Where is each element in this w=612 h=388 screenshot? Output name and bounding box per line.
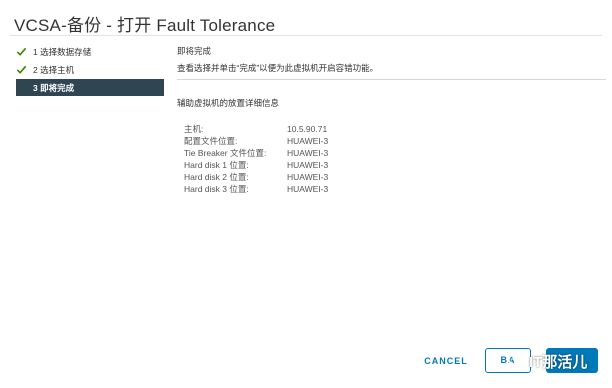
detail-row: 配置文件位置: HUAWEI-3 (184, 135, 600, 147)
content-panel: 即将完成 查看选择并单击“完成”以便为此虚拟机开启容错功能。 辅助虚拟机的放置详… (177, 45, 606, 195)
detail-label: Hard disk 1 位置: (184, 160, 249, 170)
step-select-datastore[interactable]: 1 选择数据存储 (16, 43, 164, 60)
detail-label: Hard disk 2 位置: (184, 172, 249, 182)
check-icon (16, 64, 27, 75)
wechat-icon (508, 353, 526, 369)
placement-heading: 辅助虚拟机的放置详细信息 (177, 98, 280, 108)
detail-value: HUAWEI-3 (287, 148, 329, 158)
detail-label: Tie Breaker 文件位置: (184, 148, 267, 158)
detail-value: HUAWEI-3 (287, 160, 329, 170)
watermark-text: IT那活儿 (529, 353, 588, 371)
wizard-steps: 1 选择数据存储 2 选择主机 3 即将完成 (16, 43, 164, 97)
placement-details: 主机: 10.5.90.71 配置文件位置: HUAWEI-3 Tie Brea… (184, 123, 600, 195)
detail-value: HUAWEI-3 (287, 172, 329, 182)
step-label: 1 选择数据存储 (33, 46, 92, 57)
title-divider (10, 35, 602, 36)
step-select-host[interactable]: 2 选择主机 (16, 61, 164, 78)
section-heading: 即将完成 (177, 46, 212, 56)
detail-row: Tie Breaker 文件位置: HUAWEI-3 (184, 147, 600, 159)
detail-row: Hard disk 1 位置: HUAWEI-3 (184, 159, 600, 171)
step-label: 2 选择主机 (33, 64, 75, 75)
detail-row: Hard disk 2 位置: HUAWEI-3 (184, 171, 600, 183)
section-description: 查看选择并单击“完成”以便为此虚拟机开启容错功能。 (177, 63, 379, 73)
step-ready-to-complete[interactable]: 3 即将完成 (16, 79, 164, 96)
step-label: 3 即将完成 (33, 82, 75, 93)
detail-label: Hard disk 3 位置: (184, 184, 249, 194)
detail-value: 10.5.90.71 (287, 124, 328, 134)
check-icon (16, 46, 27, 57)
detail-label: 配置文件位置: (184, 136, 238, 146)
cancel-button[interactable]: CANCEL (418, 352, 474, 370)
detail-label: 主机: (184, 124, 204, 134)
detail-value: HUAWEI-3 (287, 136, 329, 146)
watermark: IT那活儿 (508, 350, 587, 372)
content-divider (177, 79, 606, 80)
detail-row: Hard disk 3 位置: HUAWEI-3 (184, 183, 600, 195)
dialog-title: VCSA-备份 - 打开 Fault Tolerance (14, 16, 276, 35)
detail-value: HUAWEI-3 (287, 184, 329, 194)
detail-row: 主机: 10.5.90.71 (184, 123, 600, 135)
